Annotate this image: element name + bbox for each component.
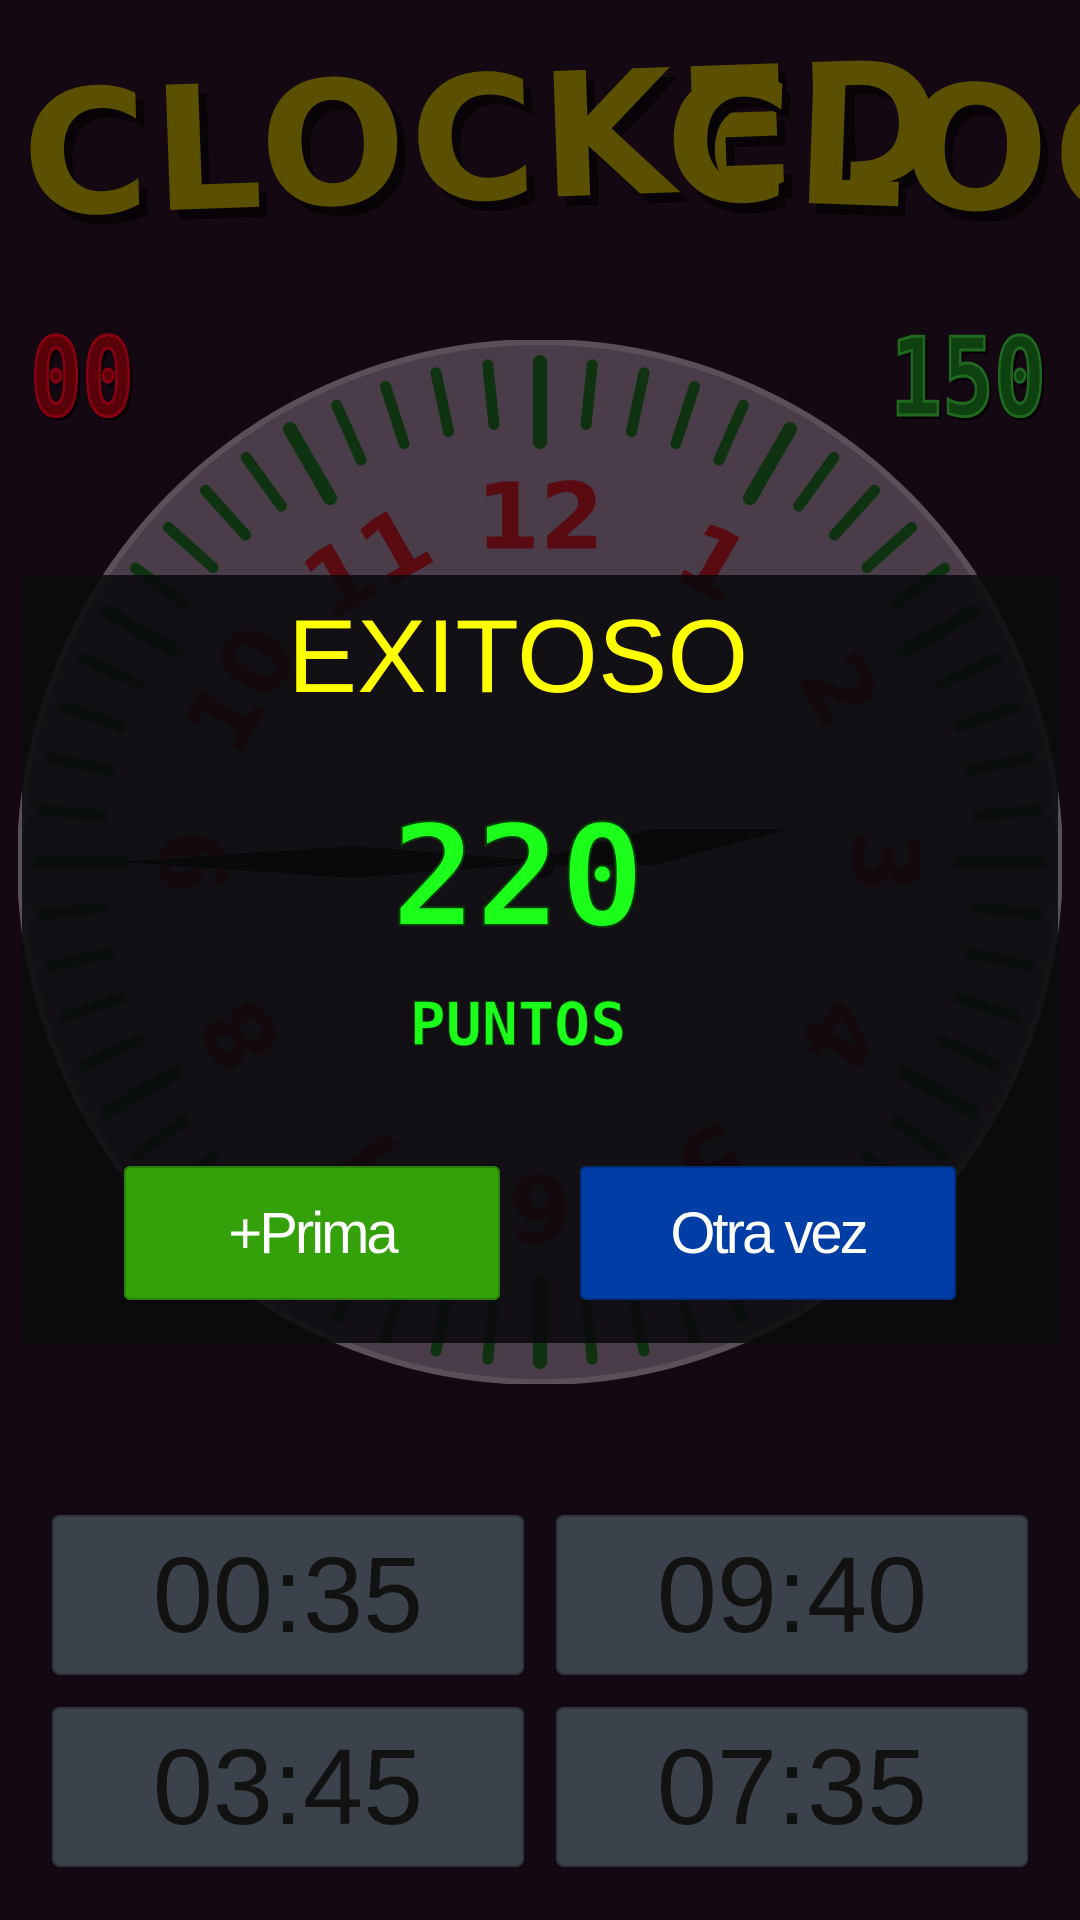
score-left: 00 <box>29 316 135 441</box>
score-right: 150 <box>889 316 1047 441</box>
result-title: EXITOSO <box>287 599 749 715</box>
bonus-button[interactable]: +Prima <box>124 1166 500 1300</box>
minute-tick <box>580 359 598 430</box>
game-title-clock: CLOCK <box>661 38 1080 262</box>
minute-tick <box>482 359 500 430</box>
clock-numeral: 12 <box>476 464 604 571</box>
answer-option-1[interactable]: 00:35 <box>52 1515 524 1675</box>
answer-option-3[interactable]: 03:45 <box>52 1707 524 1867</box>
game-title-clocked: CLOCKED <box>18 22 949 256</box>
points-label: PUNTOS <box>409 990 627 1060</box>
answer-option-4[interactable]: 07:35 <box>556 1707 1028 1867</box>
answer-option-2[interactable]: 09:40 <box>556 1515 1028 1675</box>
points-value: 220 <box>391 796 646 959</box>
retry-button[interactable]: Otra vez <box>580 1166 956 1300</box>
game-screen: CLOCKED CLOCK 121234567891011 00 150 EXI… <box>0 0 1080 1920</box>
